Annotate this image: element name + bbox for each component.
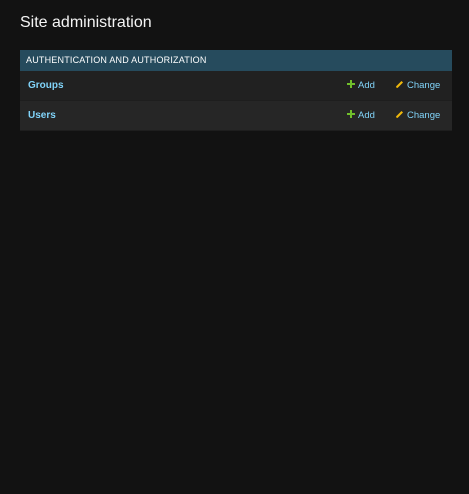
model-link-groups[interactable]: Groups bbox=[28, 71, 64, 100]
add-label: Add bbox=[358, 80, 375, 91]
model-row-groups: Groups Add Change bbox=[20, 71, 452, 101]
model-row-users: Users Add Change bbox=[20, 101, 452, 131]
plus-icon bbox=[347, 80, 355, 89]
add-label: Add bbox=[358, 110, 375, 121]
page-title: Site administration bbox=[20, 14, 152, 31]
auth-module: Authentication and Authorization Groups … bbox=[20, 50, 452, 131]
plus-icon bbox=[347, 110, 355, 119]
add-users-link[interactable]: Add bbox=[347, 101, 375, 130]
model-link-users[interactable]: Users bbox=[28, 101, 56, 130]
page: Site administration Authentication and A… bbox=[0, 0, 469, 494]
change-groups-link[interactable]: Change bbox=[395, 71, 440, 100]
change-label: Change bbox=[407, 80, 441, 91]
change-label: Change bbox=[407, 110, 441, 121]
pencil-icon bbox=[396, 110, 403, 118]
add-groups-link[interactable]: Add bbox=[347, 71, 375, 100]
change-users-link[interactable]: Change bbox=[395, 101, 440, 130]
pencil-icon bbox=[396, 80, 403, 88]
module-caption[interactable]: Authentication and Authorization bbox=[20, 50, 452, 71]
